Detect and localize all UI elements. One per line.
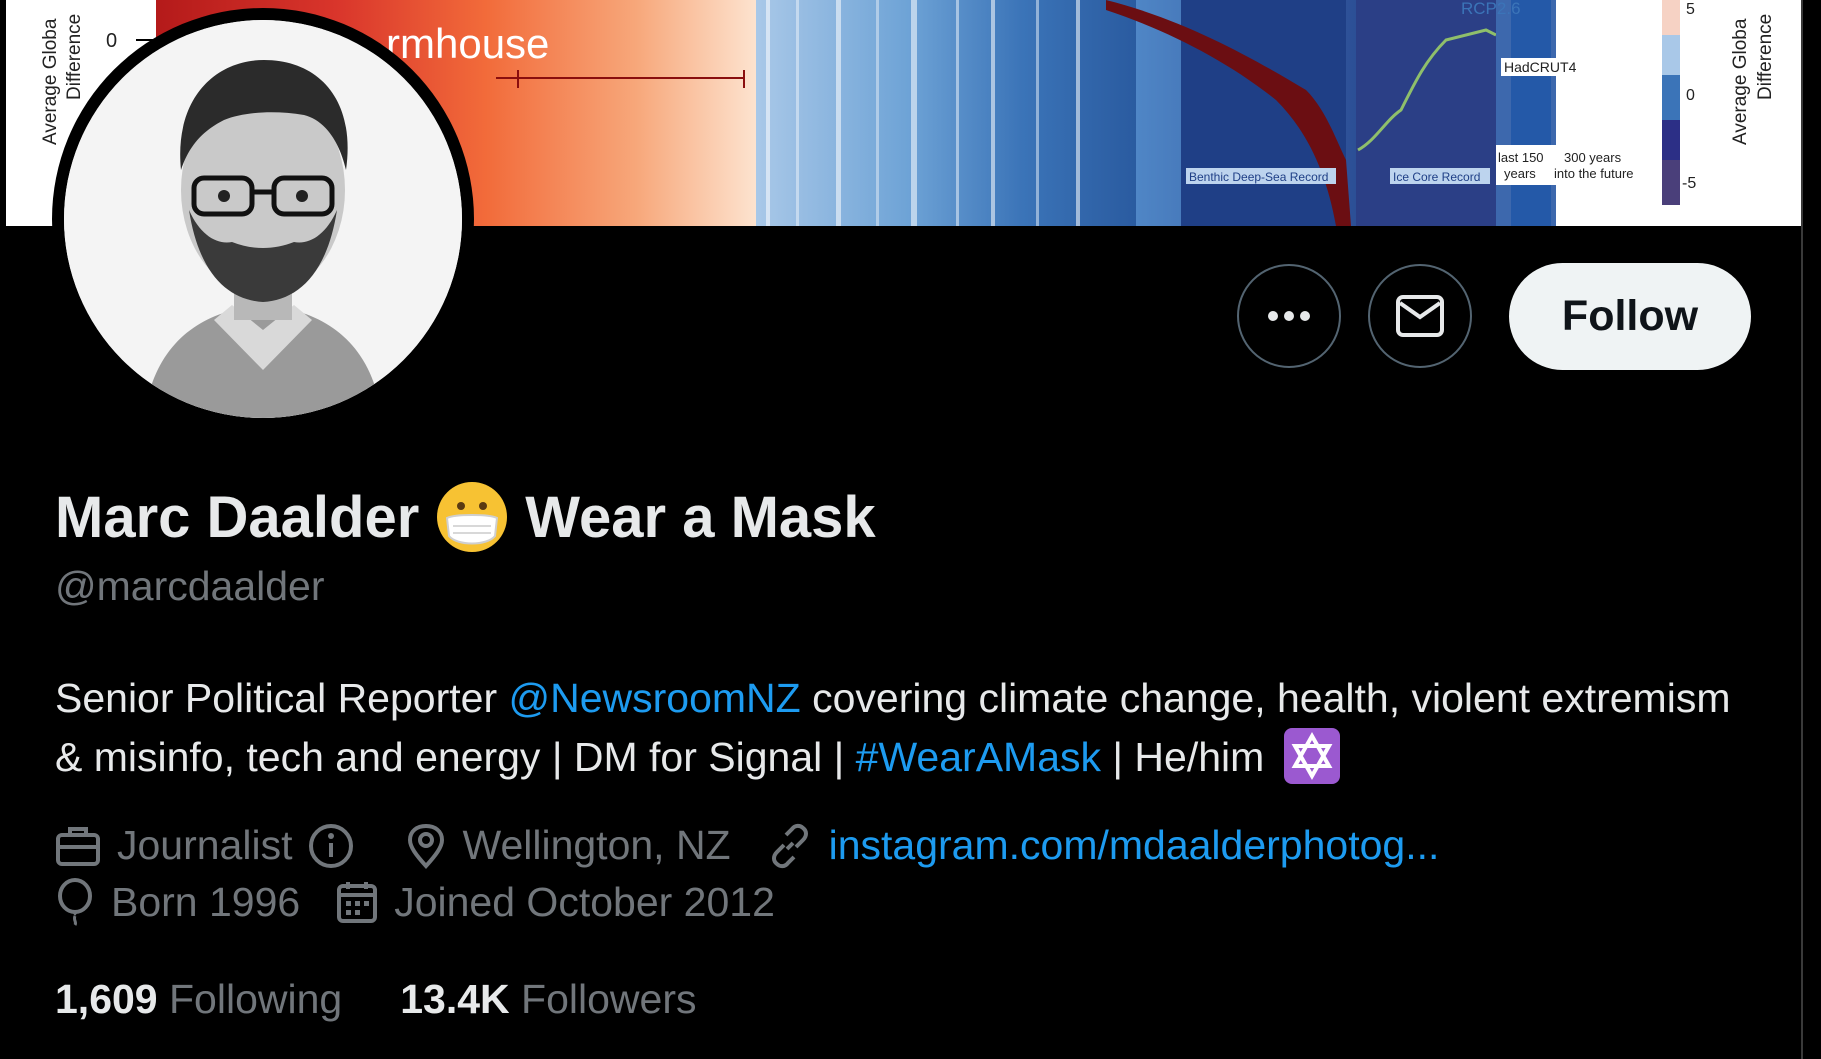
banner-icecore: Ice Core Record bbox=[1393, 170, 1480, 184]
meta-category: Journalist bbox=[55, 822, 370, 869]
banner-future2: into the future bbox=[1554, 166, 1634, 181]
link-icon bbox=[771, 823, 808, 868]
location-pin-icon bbox=[408, 823, 445, 869]
profile-bio: Senior Political Reporter @NewsroomNZ co… bbox=[55, 669, 1755, 788]
banner-rcp-label: RCP2.6 bbox=[1461, 0, 1521, 18]
followers-link[interactable]: 13.4K Followers bbox=[400, 976, 696, 1023]
follow-button[interactable]: Follow bbox=[1509, 263, 1751, 370]
banner-hothouse-label: rmhouse bbox=[386, 20, 549, 67]
mask-face-emoji-icon bbox=[435, 480, 509, 554]
star-of-david-icon bbox=[1283, 728, 1340, 785]
bio-text: Senior Political Reporter bbox=[55, 675, 509, 721]
following-link[interactable]: 1,609 Following bbox=[55, 976, 342, 1023]
more-options-button[interactable] bbox=[1237, 264, 1341, 368]
profile-display-name: Marc Daalder Wear a Mask bbox=[55, 480, 876, 554]
envelope-icon bbox=[1396, 295, 1444, 337]
banner-scale-0: 0 bbox=[1686, 87, 1695, 104]
meta-location-text: Wellington, NZ bbox=[462, 822, 731, 868]
followers-count: 13.4K bbox=[400, 976, 510, 1022]
more-dots-icon bbox=[1268, 311, 1310, 321]
bio-text: | He/him bbox=[1101, 734, 1276, 780]
profile-handle: @marcdaalder bbox=[55, 563, 325, 609]
meta-born: Born 1996 bbox=[55, 878, 300, 926]
profile-meta-row-2: Born 1996 Joined October 2012 bbox=[55, 878, 811, 926]
banner-axis-label: Average Globa bbox=[40, 18, 61, 145]
following-count: 1,609 bbox=[55, 976, 158, 1022]
banner-years: years bbox=[1504, 166, 1536, 181]
profile-avatar[interactable] bbox=[52, 8, 474, 430]
meta-born-text: Born 1996 bbox=[111, 878, 301, 925]
meta-website[interactable]: instagram.com/mdaalderphotog... bbox=[767, 822, 1440, 869]
banner-axis-right-2: Difference bbox=[1755, 14, 1776, 100]
banner-axis-label-2: Difference bbox=[64, 14, 85, 100]
profile-meta-row: Journalist Wellington, NZ instagram.com/… bbox=[55, 822, 1475, 869]
banner-hadcrut-label: HadCRUT4 bbox=[1504, 59, 1577, 75]
meta-joined-text: Joined October 2012 bbox=[394, 878, 775, 925]
avatar-photo bbox=[64, 20, 462, 418]
banner-scale-5: 5 bbox=[1686, 1, 1695, 18]
profile-stats: 1,609 Following 13.4K Followers bbox=[55, 976, 754, 1023]
meta-website-link[interactable]: instagram.com/mdaalderphotog... bbox=[829, 822, 1440, 869]
display-name-text: Marc Daalder bbox=[55, 484, 420, 550]
following-label: Following bbox=[169, 976, 343, 1022]
meta-category-text: Journalist bbox=[117, 822, 293, 868]
calendar-icon bbox=[337, 882, 378, 923]
balloon-icon bbox=[58, 878, 92, 926]
banner-last150: last 150 bbox=[1498, 150, 1544, 165]
display-name-suffix: Wear a Mask bbox=[525, 484, 876, 550]
banner-benthic: Benthic Deep-Sea Record bbox=[1189, 170, 1328, 184]
profile-page: 0 Average Globa Difference rmhouse RCP2.… bbox=[0, 0, 1821, 1059]
banner-axis-zero: 0 bbox=[106, 30, 117, 52]
message-button[interactable] bbox=[1368, 264, 1472, 368]
meta-joined: Joined October 2012 bbox=[336, 879, 775, 926]
window-edge bbox=[1801, 0, 1821, 1059]
banner-axis-right: Average Globa bbox=[1730, 18, 1751, 145]
meta-location: Wellington, NZ bbox=[406, 822, 731, 869]
banner-scale-m5: -5 bbox=[1682, 175, 1696, 192]
briefcase-icon bbox=[56, 826, 100, 866]
banner-future1: 300 years bbox=[1564, 150, 1622, 165]
info-icon[interactable] bbox=[308, 823, 354, 869]
bio-hashtag-link[interactable]: #WearAMask bbox=[856, 734, 1101, 780]
bio-mention-link[interactable]: @NewsroomNZ bbox=[508, 675, 800, 721]
followers-label: Followers bbox=[521, 976, 697, 1022]
